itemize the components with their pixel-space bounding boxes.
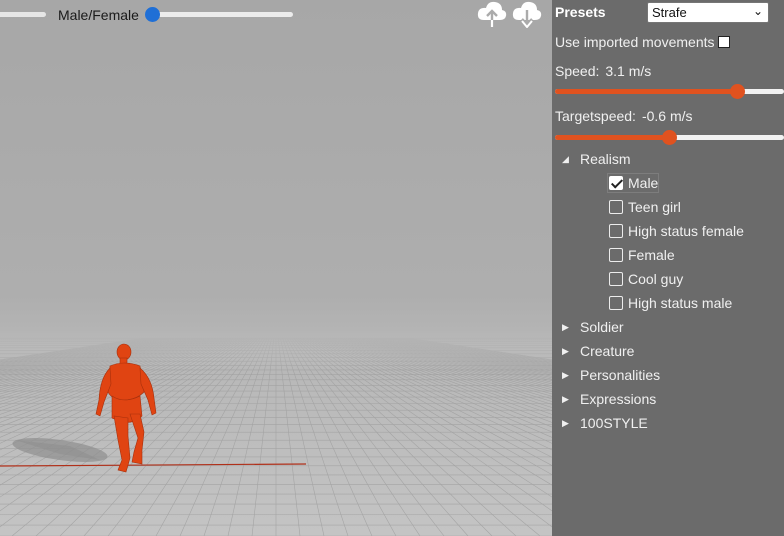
item-checkbox[interactable] [609,296,623,310]
presets-row: Presets Strafe ⌄ [555,2,784,23]
item-label: Female [628,247,675,263]
horizon-fog [0,330,552,370]
targetspeed-slider-thumb[interactable] [662,130,677,145]
3d-viewport[interactable]: Male/Female [0,0,552,536]
category-label: Personalities [580,367,661,383]
left-slider-track[interactable] [0,12,46,17]
item-checkbox[interactable] [609,272,623,286]
targetspeed-label-row: Targetspeed: -0.6 m/s [555,108,693,124]
collapsed-triangle-icon[interactable]: ▶ [562,412,569,434]
scene-canvas[interactable] [0,0,552,536]
item-checkbox[interactable] [609,200,623,214]
item-label: Teen girl [628,199,681,215]
speed-slider-fill [555,89,738,94]
cloud-download-icon[interactable] [511,0,543,29]
settings-panel: Presets Strafe ⌄ Use imported movements … [552,0,784,536]
cloud-upload-icon[interactable] [476,0,508,28]
category-label: Soldier [580,319,624,335]
use-imported-checkbox[interactable] [717,36,730,48]
gender-slider-label: Male/Female [58,7,139,23]
gender-slider-track [145,12,293,17]
item-label: High status male [628,295,733,311]
presets-label: Presets [555,4,606,20]
targetspeed-label: Targetspeed: [555,108,636,124]
speed-value: 3.1 m/s [605,63,652,79]
item-checkbox[interactable] [609,248,623,262]
category-label: 100STYLE [580,415,648,431]
item-checkbox[interactable] [609,176,623,190]
presets-selected-value: Strafe [652,5,687,20]
category-label: Expressions [580,391,657,407]
speed-slider[interactable] [555,84,784,99]
speed-slider-thumb[interactable] [730,84,746,99]
chevron-down-icon: ⌄ [752,4,763,18]
gender-slider-thumb[interactable] [145,7,160,22]
category-label: Realism [580,151,631,167]
collapsed-triangle-icon[interactable]: ▶ [562,316,569,338]
speed-label: Speed: [555,63,600,79]
item-label: Cool guy [628,271,684,287]
expanded-triangle-icon[interactable]: ◢ [562,148,569,170]
category-label: Creature [580,343,635,359]
item-label: High status female [628,223,744,239]
use-imported-label: Use imported movements [555,34,715,50]
speed-label-row: Speed: 3.1 m/s [555,63,651,79]
presets-select[interactable]: Strafe ⌄ [647,2,769,23]
collapsed-triangle-icon[interactable]: ▶ [562,388,569,410]
use-imported-row[interactable]: Use imported movements [555,34,730,50]
item-label: Male [628,175,659,191]
collapsed-triangle-icon[interactable]: ▶ [562,364,569,386]
targetspeed-slider[interactable] [555,130,784,145]
collapsed-triangle-icon[interactable]: ▶ [562,340,569,362]
item-checkbox[interactable] [609,224,623,238]
gender-slider[interactable] [145,7,293,22]
targetspeed-slider-fill [555,135,669,140]
targetspeed-value: -0.6 m/s [641,108,693,124]
